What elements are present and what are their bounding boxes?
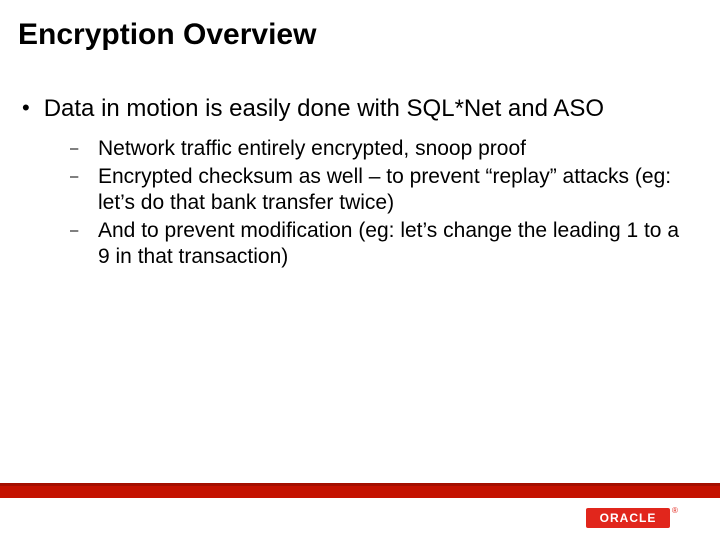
bullet-dot-icon: •: [22, 94, 30, 122]
bullet-level1: • Data in motion is easily done with SQL…: [22, 94, 680, 124]
dash-icon: –: [70, 164, 80, 190]
dash-icon: –: [70, 218, 80, 244]
sub-bullet-text: Network traffic entirely encrypted, snoo…: [98, 136, 526, 162]
footer-bar: [0, 486, 720, 498]
sub-bullet-text: And to prevent modification (eg: let’s c…: [98, 218, 680, 270]
sub-bullet-text: Encrypted checksum as well – to prevent …: [98, 164, 680, 216]
slide: Encryption Overview • Data in motion is …: [0, 0, 720, 540]
oracle-logo: ORACLE ®: [586, 508, 696, 528]
registered-icon: ®: [672, 506, 678, 515]
bullet-text: Data in motion is easily done with SQL*N…: [44, 94, 604, 124]
slide-body: • Data in motion is easily done with SQL…: [22, 94, 680, 272]
oracle-logo-text: ORACLE: [586, 508, 670, 528]
sub-bullets: – Network traffic entirely encrypted, sn…: [70, 136, 680, 270]
sub-bullet: – Encrypted checksum as well – to preven…: [70, 164, 680, 216]
sub-bullet: – Network traffic entirely encrypted, sn…: [70, 136, 680, 162]
sub-bullet: – And to prevent modification (eg: let’s…: [70, 218, 680, 270]
dash-icon: –: [70, 136, 80, 162]
slide-title: Encryption Overview: [18, 18, 316, 52]
